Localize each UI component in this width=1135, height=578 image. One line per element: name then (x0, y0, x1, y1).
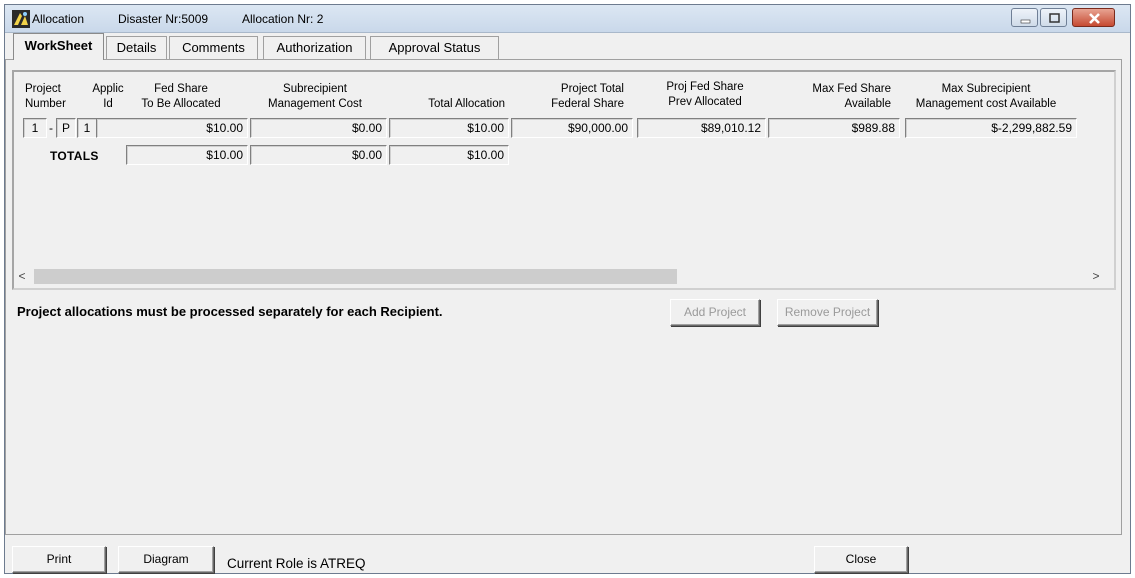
minimize-button[interactable] (1011, 8, 1038, 27)
minimize-icon (1020, 19, 1031, 24)
tab-worksheet[interactable]: WorkSheet (13, 33, 104, 60)
tab-approval-status[interactable]: Approval Status (370, 36, 499, 59)
header-subrecipient-management-cost: Subrecipient Management Cost (268, 83, 362, 110)
proj-fed-prev-cell[interactable]: $89,010.12 (637, 118, 766, 138)
maximize-button[interactable] (1040, 8, 1067, 27)
applic-prefix-cell[interactable]: P (56, 118, 76, 138)
scroll-left-icon[interactable]: < (14, 268, 30, 285)
title-disaster: Disaster Nr:5009 (118, 12, 209, 26)
project-separator: - (49, 121, 53, 135)
close-icon (1089, 13, 1100, 24)
title-app: Allocation (32, 12, 85, 26)
total-allocation-cell[interactable]: $10.00 (389, 118, 509, 138)
project-number-cell[interactable]: 1 (23, 118, 47, 138)
max-fed-available-cell[interactable]: $989.88 (768, 118, 900, 138)
header-fed-share: Fed Share To Be Allocated (141, 83, 221, 110)
scrollbar-thumb[interactable] (34, 269, 677, 284)
project-total-fed-cell[interactable]: $90,000.00 (511, 118, 633, 138)
header-proj-fed-share-prev-allocated: Proj Fed Share Prev Allocated (666, 81, 744, 108)
close-button[interactable]: Close (814, 546, 908, 573)
header-project-number: Project Number (25, 83, 66, 110)
remove-project-button[interactable]: Remove Project (777, 299, 878, 326)
print-button[interactable]: Print (12, 546, 106, 573)
header-max-fed-share-available: Max Fed Share Available (812, 83, 891, 110)
totals-subrecipient-mgmt-cell: $0.00 (250, 145, 387, 165)
tab-authorization[interactable]: Authorization (263, 36, 366, 59)
header-max-subrecipient-management-cost: Max Subrecipient Management cost Availabl… (915, 83, 1057, 110)
scroll-right-icon[interactable]: > (1088, 268, 1104, 285)
max-subrecipient-cell[interactable]: $-2,299,882.59 (905, 118, 1077, 138)
applic-id-cell[interactable]: 1 (77, 118, 97, 138)
header-total-allocation: Total Allocation (428, 98, 505, 110)
fed-share-cell[interactable]: $10.00 (96, 118, 248, 138)
current-role-text: Current Role is ATREQ (227, 556, 366, 571)
title-allocation: Allocation Nr: 2 (242, 12, 324, 26)
horizontal-scrollbar[interactable]: < > (14, 267, 1114, 286)
subrecipient-mgmt-cell[interactable]: $0.00 (250, 118, 387, 138)
tab-details[interactable]: Details (106, 36, 167, 59)
app-icon (12, 10, 30, 28)
maximize-icon (1049, 13, 1060, 23)
totals-fed-share-cell: $10.00 (126, 145, 248, 165)
totals-label: TOTALS (50, 149, 99, 163)
close-window-button[interactable] (1072, 8, 1115, 27)
totals-total-allocation-cell: $10.00 (389, 145, 509, 165)
header-applic-id: Applic Id (92, 83, 124, 110)
diagram-button[interactable]: Diagram (118, 546, 214, 573)
title-bar[interactable]: Allocation Disaster Nr:5009 Allocation N… (5, 5, 1130, 33)
header-project-total-federal-share: Project Total Federal Share (551, 83, 624, 110)
add-project-button[interactable]: Add Project (670, 299, 760, 326)
recipient-notice: Project allocations must be processed se… (17, 304, 443, 319)
tab-comments[interactable]: Comments (169, 36, 258, 59)
